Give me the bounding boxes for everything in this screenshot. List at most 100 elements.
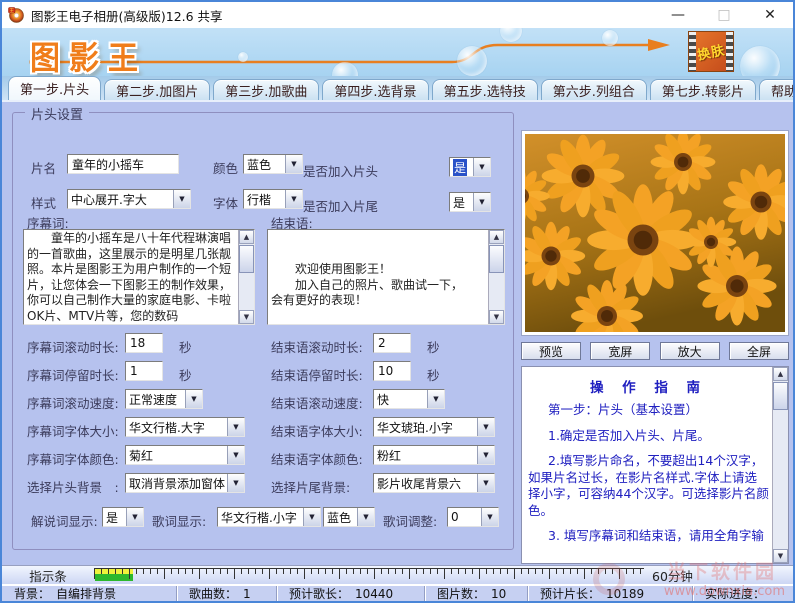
window-title: 图影王电子相册(高级版)12.6 共享 <box>31 6 223 25</box>
seconds-label: 秒 <box>179 337 192 356</box>
scrollbar[interactable]: ▲ ▼ <box>772 367 788 563</box>
chevron-down-icon[interactable]: ▼ <box>477 446 494 464</box>
scroll-down-icon[interactable]: ▼ <box>773 549 788 563</box>
ending-font-color-label: 结束语字体颜色: <box>271 449 363 468</box>
chevron-down-icon[interactable]: ▼ <box>227 446 244 464</box>
title-bar: 王 图影王电子相册(高级版)12.6 共享 — □ ✕ <box>2 2 793 28</box>
tab-help-register[interactable]: 帮助/注册 <box>759 79 795 100</box>
status-background: 背景：自编排背景 <box>2 586 177 601</box>
head-background-select[interactable]: 取消背景添加窗体 ▼ <box>125 473 245 493</box>
chevron-down-icon[interactable]: ▼ <box>227 474 244 492</box>
prologue-font-size-select[interactable]: 华文行楷.大字 ▼ <box>125 417 245 437</box>
seconds-label: 秒 <box>179 365 192 384</box>
scroll-down-icon[interactable]: ▼ <box>489 310 504 324</box>
scroll-up-icon[interactable]: ▲ <box>773 367 788 381</box>
scrollbar[interactable]: ▲ ▼ <box>238 230 254 324</box>
ruler-end-label: 60分钟 <box>652 566 693 585</box>
preview-button-row: 预览 宽屏 放大 全屏 <box>521 342 789 360</box>
prologue-textarea[interactable]: 童年的小摇车是八十年代程琳演唱的一首歌曲，这里展示的是明星几张靓照。本片是图影王… <box>23 229 255 325</box>
tab-step5-effects[interactable]: 第五步.选特技 <box>432 79 538 100</box>
tail-background-label: 选择片尾背景: <box>271 477 350 496</box>
ending-scroll-duration-label: 结束语滚动时长: <box>271 337 363 356</box>
chevron-down-icon[interactable]: ▼ <box>285 190 302 208</box>
header-banner: 图影王 换肤 <box>2 28 793 76</box>
seconds-label: 秒 <box>427 365 440 384</box>
lyrics-adjust-select[interactable]: 0 ▼ <box>447 507 499 527</box>
chevron-down-icon[interactable]: ▼ <box>285 155 302 173</box>
fullscreen-button[interactable]: 全屏 <box>729 342 789 360</box>
tab-step1-header[interactable]: 第一步.片头 <box>8 76 101 100</box>
add-head-select[interactable]: 是 ▼ <box>449 157 491 177</box>
minimize-button[interactable]: — <box>655 2 701 28</box>
chevron-down-icon[interactable]: ▼ <box>303 508 320 526</box>
maximize-button[interactable]: □ <box>701 2 747 28</box>
close-button[interactable]: ✕ <box>747 2 793 28</box>
prologue-scroll-speed-select[interactable]: 正常速度 ▼ <box>125 389 203 409</box>
chevron-down-icon[interactable]: ▼ <box>477 474 494 492</box>
widescreen-button[interactable]: 宽屏 <box>590 342 650 360</box>
film-name-label: 片名 <box>31 158 56 177</box>
chevron-down-icon[interactable]: ▼ <box>481 508 498 526</box>
chevron-down-icon[interactable]: ▼ <box>173 190 190 208</box>
scrollbar-thumb[interactable] <box>239 245 254 273</box>
film-name-input[interactable]: 童年的小摇车 <box>67 154 179 174</box>
chevron-down-icon[interactable]: ▼ <box>185 390 202 408</box>
prologue-scroll-duration-input[interactable]: 18 <box>125 333 163 353</box>
lyrics-font-select[interactable]: 华文行楷.小字 ▼ <box>217 507 321 527</box>
add-tail-select[interactable]: 是 ▼ <box>449 192 491 212</box>
status-song-length: 预计歌长：10440 <box>277 586 425 601</box>
status-image-count: 图片数：10 <box>425 586 528 601</box>
ending-scroll-speed-select[interactable]: 快 ▼ <box>373 389 445 409</box>
tab-step6-arrange[interactable]: 第六步.列组合 <box>541 79 647 100</box>
scroll-down-icon[interactable]: ▼ <box>239 310 254 324</box>
tab-step3-add-songs[interactable]: 第三步.加歌曲 <box>213 79 319 100</box>
chevron-down-icon[interactable]: ▼ <box>473 158 490 176</box>
timeline-ruler <box>94 568 644 582</box>
tab-step7-convert[interactable]: 第七步.转影片 <box>650 79 756 100</box>
prologue-font-color-label: 序幕词字体颜色: <box>27 449 119 468</box>
chevron-down-icon[interactable]: ▼ <box>427 390 444 408</box>
chevron-down-icon[interactable]: ▼ <box>357 508 374 526</box>
scrollbar[interactable]: ▲ ▼ <box>488 230 504 324</box>
ending-font-color-select[interactable]: 粉红 ▼ <box>373 445 495 465</box>
scrollbar-thumb[interactable] <box>773 382 788 410</box>
change-skin-button[interactable]: 换肤 <box>688 31 734 72</box>
add-head-label: 是否加入片头 <box>303 161 378 180</box>
prologue-font-color-select[interactable]: 菊红 ▼ <box>125 445 245 465</box>
scrollbar-thumb[interactable] <box>489 245 504 273</box>
zoom-in-button[interactable]: 放大 <box>660 342 720 360</box>
app-window: 王 图影王电子相册(高级版)12.6 共享 — □ ✕ 图影王 换肤 第一步.片… <box>0 0 795 603</box>
ending-scroll-duration-input[interactable]: 2 <box>373 333 411 353</box>
title-color-select[interactable]: 蓝色 ▼ <box>243 154 303 174</box>
tab-step4-background[interactable]: 第四步.选背景 <box>322 79 428 100</box>
svg-text:王: 王 <box>9 8 14 14</box>
scroll-up-icon[interactable]: ▲ <box>489 230 504 244</box>
chevron-down-icon[interactable]: ▼ <box>473 193 490 211</box>
ending-stay-duration-input[interactable]: 10 <box>373 361 411 381</box>
chevron-down-icon[interactable]: ▼ <box>126 508 143 526</box>
group-title: 片头设置 <box>25 104 89 123</box>
app-logo: 图影王 <box>30 31 147 76</box>
main-panel: 片头设置 片名 童年的小摇车 颜色 蓝色 ▼ 是否加入片头 是 ▼ 样式 中心展… <box>2 100 793 565</box>
add-tail-label: 是否加入片尾 <box>303 196 378 215</box>
scroll-up-icon[interactable]: ▲ <box>239 230 254 244</box>
tail-background-select[interactable]: 影片收尾背景六 ▼ <box>373 473 495 493</box>
title-style-select[interactable]: 中心展开.字大 ▼ <box>67 189 191 209</box>
bubble <box>238 52 248 62</box>
preview-button[interactable]: 预览 <box>521 342 581 360</box>
tab-step2-add-images[interactable]: 第二步.加图片 <box>104 79 210 100</box>
header-settings-group: 片头设置 片名 童年的小摇车 颜色 蓝色 ▼ 是否加入片头 是 ▼ 样式 中心展… <box>12 112 514 550</box>
chevron-down-icon[interactable]: ▼ <box>477 418 494 436</box>
narration-display-select[interactable]: 是 ▼ <box>102 507 144 527</box>
ending-textarea[interactable]: 欢迎使用图影王！ 加入自己的照片、歌曲试一下， 会有更好的表现！ ▲ ▼ <box>267 229 505 325</box>
prologue-stay-duration-input[interactable]: 1 <box>125 361 163 381</box>
title-font-select[interactable]: 行楷 ▼ <box>243 189 303 209</box>
ending-font-size-select[interactable]: 华文琥珀.小字 ▼ <box>373 417 495 437</box>
prologue-font-size-label: 序幕词字体大小: <box>27 421 119 440</box>
preview-image-frame <box>521 130 789 336</box>
title-font-label: 字体 <box>213 193 238 212</box>
ending-font-size-label: 结束语字体大小: <box>271 421 363 440</box>
bubble <box>457 46 487 76</box>
lyrics-color-select[interactable]: 蓝色 ▼ <box>323 507 375 527</box>
chevron-down-icon[interactable]: ▼ <box>227 418 244 436</box>
